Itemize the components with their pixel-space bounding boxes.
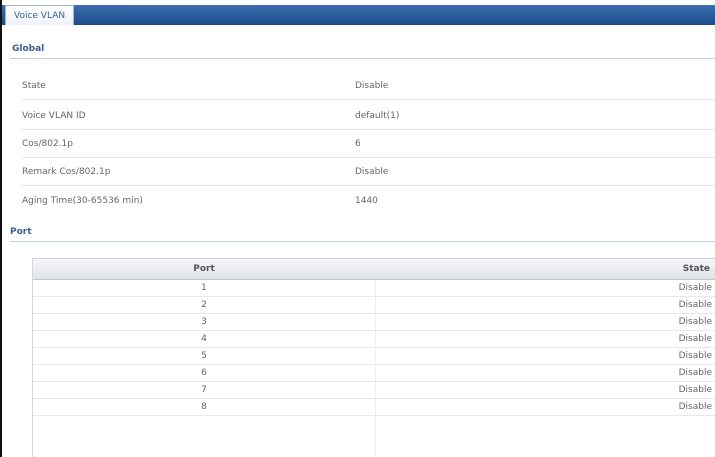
remark-cos-value: Disable — [355, 167, 389, 177]
state-cell: Disable — [678, 351, 712, 361]
field-divider — [22, 129, 715, 130]
state-cell: Disable — [678, 385, 712, 395]
cos-label: Cos/802.1p — [22, 139, 73, 149]
state-column-header[interactable]: State — [683, 259, 710, 280]
port-cell: 3 — [201, 317, 207, 327]
table-row[interactable]: 2 Disable — [33, 297, 715, 314]
port-table-header: Port State — [33, 258, 715, 280]
field-divider — [22, 99, 715, 100]
table-row[interactable]: 5 Disable — [33, 348, 715, 365]
port-section-title: Port — [10, 227, 32, 237]
port-cell: 1 — [201, 283, 207, 293]
table-row[interactable]: 7 Disable — [33, 382, 715, 399]
remark-cos-label: Remark Cos/802.1p — [22, 167, 111, 177]
port-column-header[interactable]: Port — [33, 259, 375, 280]
port-section-divider — [10, 241, 715, 242]
table-row[interactable]: 1 Disable — [33, 280, 715, 297]
global-section-title: Global — [12, 44, 45, 54]
tab-voice-vlan[interactable]: Voice VLAN — [5, 5, 75, 25]
state-cell: Disable — [678, 300, 712, 310]
state-cell: Disable — [678, 368, 712, 378]
voice-vlan-id-label: Voice VLAN ID — [22, 111, 86, 121]
window-edge — [0, 0, 2, 457]
voice-vlan-id-value: default(1) — [355, 111, 400, 121]
state-cell: Disable — [678, 334, 712, 344]
port-cell: 7 — [201, 385, 207, 395]
field-divider — [22, 157, 715, 158]
state-value: Disable — [355, 81, 389, 91]
table-row[interactable]: 4 Disable — [33, 331, 715, 348]
port-cell: 8 — [201, 402, 207, 412]
page: Voice VLAN Global State Disable Voice VL… — [0, 0, 715, 457]
table-row[interactable]: 3 Disable — [33, 314, 715, 331]
port-table: Port State 1 Disable 2 Disable 3 Disable… — [32, 258, 715, 457]
aging-time-value: 1440 — [355, 196, 378, 206]
port-cell: 6 — [201, 368, 207, 378]
state-label: State — [22, 81, 46, 91]
cos-value: 6 — [355, 139, 361, 149]
aging-time-label: Aging Time(30-65536 min) — [22, 196, 143, 206]
port-cell: 5 — [201, 351, 207, 361]
state-cell: Disable — [678, 317, 712, 327]
global-section-divider — [10, 58, 715, 59]
field-divider — [22, 185, 715, 186]
port-cell: 2 — [201, 300, 207, 310]
table-row[interactable]: 6 Disable — [33, 365, 715, 382]
state-cell: Disable — [678, 283, 712, 293]
state-cell: Disable — [678, 402, 712, 412]
tab-strip — [2, 5, 715, 25]
table-row[interactable]: 8 Disable — [33, 399, 715, 416]
port-cell: 4 — [201, 334, 207, 344]
